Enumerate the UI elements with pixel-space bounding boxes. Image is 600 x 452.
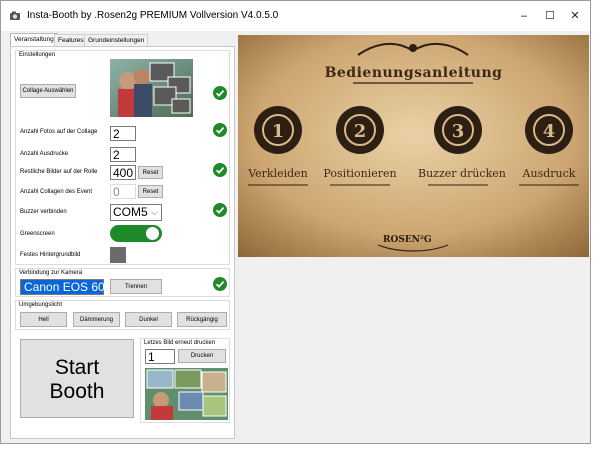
maximize-button[interactable]: ☐ bbox=[537, 6, 563, 26]
collages-reset-button[interactable]: Reset bbox=[138, 185, 163, 198]
ambient-dunkel-button[interactable]: Dunkel bbox=[125, 312, 172, 327]
collages-input: 0 bbox=[110, 184, 136, 199]
photos-count-label: Anzahl Fotos auf der Collage bbox=[20, 129, 98, 135]
reprint-group: Letzes Bild erneut drucken 1 Drucken bbox=[140, 338, 230, 423]
buzzer-port-value: COM5 bbox=[113, 205, 148, 219]
prints-count-label: Anzahl Ausdrucke bbox=[20, 151, 69, 157]
einstellungen-label: Einstellungen bbox=[19, 52, 56, 58]
collage-select-button[interactable]: Collage Auswählen bbox=[20, 84, 76, 98]
close-button[interactable]: ✕ bbox=[562, 6, 588, 26]
remaining-input[interactable]: 400 bbox=[110, 165, 136, 180]
photos-count-input[interactable]: 2 bbox=[110, 126, 136, 141]
step-4-number: 4 bbox=[542, 121, 556, 142]
step-3-label: Buzzer drücken bbox=[418, 167, 506, 180]
ambient-daemmerung-button[interactable]: Dämmerung bbox=[73, 312, 120, 327]
camera-group-label: Verbindung zur Kamera bbox=[19, 270, 83, 276]
start-line-1: Start bbox=[54, 356, 100, 379]
ambient-light-group: Umgebungslicht Hell Dämmerung Dunkel Rüc… bbox=[15, 300, 230, 330]
check-icon bbox=[213, 203, 227, 217]
settings-panel: Einstellungen Collage Auswählen Anzahl F… bbox=[10, 46, 235, 439]
window-title: Insta-Booth by .Rosen2g PREMIUM Vollvers… bbox=[27, 10, 279, 21]
camera-disconnect-button[interactable]: Trennen bbox=[110, 279, 162, 294]
step-2-label: Positionieren bbox=[323, 167, 397, 180]
reprint-print-button[interactable]: Drucken bbox=[178, 349, 226, 363]
greenscreen-toggle[interactable] bbox=[110, 225, 162, 242]
brand-logo: ROSEN²G bbox=[383, 235, 432, 245]
remaining-label: Restliche Bilder auf der Rolle bbox=[20, 169, 98, 175]
check-icon bbox=[213, 86, 227, 100]
ambient-light-label: Umgebungslicht bbox=[19, 302, 63, 308]
collages-label: Anzahl Collagen des Event bbox=[20, 189, 93, 195]
check-icon bbox=[213, 277, 227, 291]
reprint-count-input[interactable]: 1 bbox=[145, 349, 175, 364]
ambient-undo-button[interactable]: Rückgängig bbox=[177, 312, 227, 327]
camera-name-field[interactable]: Canon EOS 60D bbox=[20, 279, 113, 295]
background-label: Festes Hintergrundbild bbox=[20, 252, 81, 258]
buzzer-label: Buzzer verbinden bbox=[20, 209, 67, 215]
app-window: Insta-Booth by .Rosen2g PREMIUM Vollvers… bbox=[0, 0, 591, 444]
chevron-down-icon: ⌵ bbox=[151, 207, 158, 217]
ambient-hell-button[interactable]: Hell bbox=[20, 312, 67, 327]
app-icon bbox=[10, 11, 20, 20]
greenscreen-label: Greenscreen bbox=[20, 231, 55, 237]
buzzer-port-select[interactable]: COM5 ⌵ bbox=[110, 204, 162, 221]
step-4-label: Ausdruck bbox=[522, 167, 576, 180]
camera-group: Verbindung zur Kamera Canon EOS 60D Tren… bbox=[15, 268, 230, 297]
background-color-swatch[interactable] bbox=[110, 247, 126, 263]
reprint-group-label: Letzes Bild erneut drucken bbox=[144, 340, 216, 346]
start-booth-button[interactable]: Start Booth bbox=[20, 339, 134, 418]
title-bar: Insta-Booth by .Rosen2g PREMIUM Vollvers… bbox=[1, 1, 590, 31]
start-line-2: Booth bbox=[49, 380, 105, 403]
einstellungen-group: Einstellungen Collage Auswählen Anzahl F… bbox=[15, 50, 230, 265]
minimize-button[interactable]: – bbox=[511, 6, 537, 26]
check-icon bbox=[213, 123, 227, 137]
prints-count-input[interactable]: 2 bbox=[110, 147, 136, 162]
toggle-knob bbox=[146, 227, 159, 240]
remaining-reset-button[interactable]: Reset bbox=[138, 166, 163, 179]
tab-veranstaltung[interactable]: Veranstaltung bbox=[10, 33, 58, 47]
last-photo-preview-image bbox=[145, 368, 228, 420]
step-1-label: Verkleiden bbox=[248, 167, 308, 180]
step-1-number: 1 bbox=[271, 121, 285, 142]
collage-preview-image bbox=[110, 59, 193, 117]
step-2-number: 2 bbox=[353, 121, 367, 142]
step-circles bbox=[248, 106, 579, 186]
instructions-panel: Bedienungsanleitung 1 2 3 4 Verkleiden P… bbox=[238, 35, 589, 257]
check-icon bbox=[213, 163, 227, 177]
step-3-number: 3 bbox=[451, 121, 465, 142]
